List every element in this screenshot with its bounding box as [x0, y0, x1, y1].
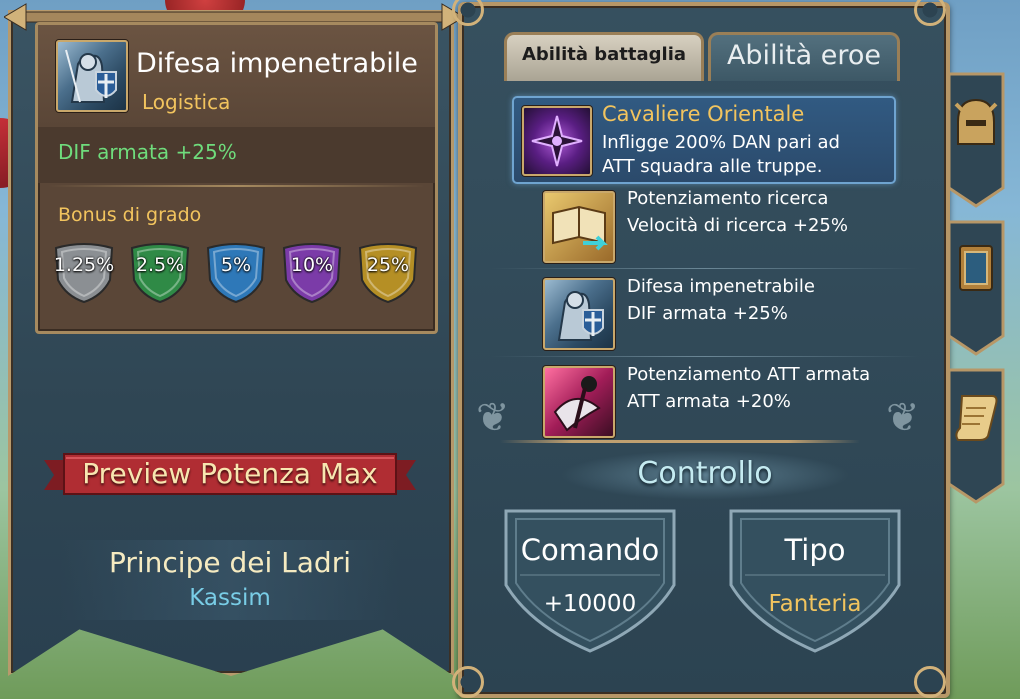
book-icon	[952, 240, 1000, 296]
type-label: Tipo	[784, 533, 846, 567]
corner-ornament	[452, 666, 484, 698]
control-section-title: Controllo	[637, 456, 773, 491]
type-value: Fanteria	[768, 591, 862, 617]
skill-row-2-name: Difesa impenetrabile	[627, 276, 815, 297]
ornament-swirl-icon: ❦	[886, 395, 920, 441]
preview-max-power-button[interactable]: Preview Potenza Max	[44, 450, 416, 498]
section-divider	[500, 440, 860, 443]
skill-stat: DIF armata +25%	[58, 140, 237, 164]
skill-row-2-effect: DIF armata +25%	[627, 303, 788, 324]
main-skill-name: Cavaliere Orientale	[602, 102, 805, 126]
divider	[48, 185, 425, 187]
grade-bonus-value: 2.5%	[135, 254, 185, 276]
grade-bonus-shield: 10%	[280, 240, 344, 304]
hero-name: Kassim	[189, 585, 271, 611]
grade-bonus-value: 5%	[220, 254, 252, 276]
type-stat-shield: Tipo Fanteria	[725, 505, 905, 655]
row-divider	[490, 268, 920, 269]
tab-battle-skills-label: Abilità battaglia	[521, 44, 687, 65]
knight-shield-icon	[56, 40, 128, 112]
skill-row-1-effect: Velocità di ricerca +25%	[627, 215, 848, 236]
corner-ornament	[914, 666, 946, 698]
preview-button-label: Preview Potenza Max	[82, 457, 378, 490]
grade-bonus-value: 1.25%	[53, 254, 115, 276]
command-value: +10000	[543, 591, 637, 617]
grade-bonus-label: Bonus di grado	[58, 204, 202, 226]
row-divider	[490, 356, 920, 357]
skill-row-3-effect: ATT armata +20%	[627, 391, 791, 412]
grade-bonus-shield: 5%	[204, 240, 268, 304]
skill-category: Logistica	[142, 90, 231, 114]
shuriken-icon	[522, 106, 592, 176]
grade-bonus-shield: 2.5%	[128, 240, 192, 304]
knight-shield-icon[interactable]	[543, 278, 615, 350]
research-book-icon[interactable]	[543, 191, 615, 263]
ornament-swirl-icon: ❦	[476, 395, 510, 441]
skill-row-1-name: Potenziamento ricerca	[627, 188, 829, 209]
tab-hero-skills-label: Abilità eroe	[726, 40, 882, 71]
axe-attack-icon[interactable]	[543, 366, 615, 438]
grade-bonus-shield: 25%	[356, 240, 420, 304]
main-skill-desc-2: ATT squadra alle truppe.	[602, 156, 823, 177]
grade-bonus-value: 10%	[290, 254, 334, 276]
grade-bonus-value: 25%	[366, 254, 410, 276]
grade-bonus-shield: 1.25%	[52, 240, 116, 304]
skill-title: Difesa impenetrabile	[136, 48, 418, 79]
main-skill-desc-1: Infligge 200% DAN pari ad	[602, 132, 840, 153]
hero-title: Principe dei Ladri	[108, 546, 351, 579]
scroll-icon	[952, 388, 1000, 444]
command-stat-shield: Comando +10000	[500, 505, 680, 655]
skill-row-3-name: Potenziamento ATT armata	[627, 364, 871, 385]
command-label: Comando	[520, 533, 660, 567]
helmet-icon	[952, 94, 1000, 150]
